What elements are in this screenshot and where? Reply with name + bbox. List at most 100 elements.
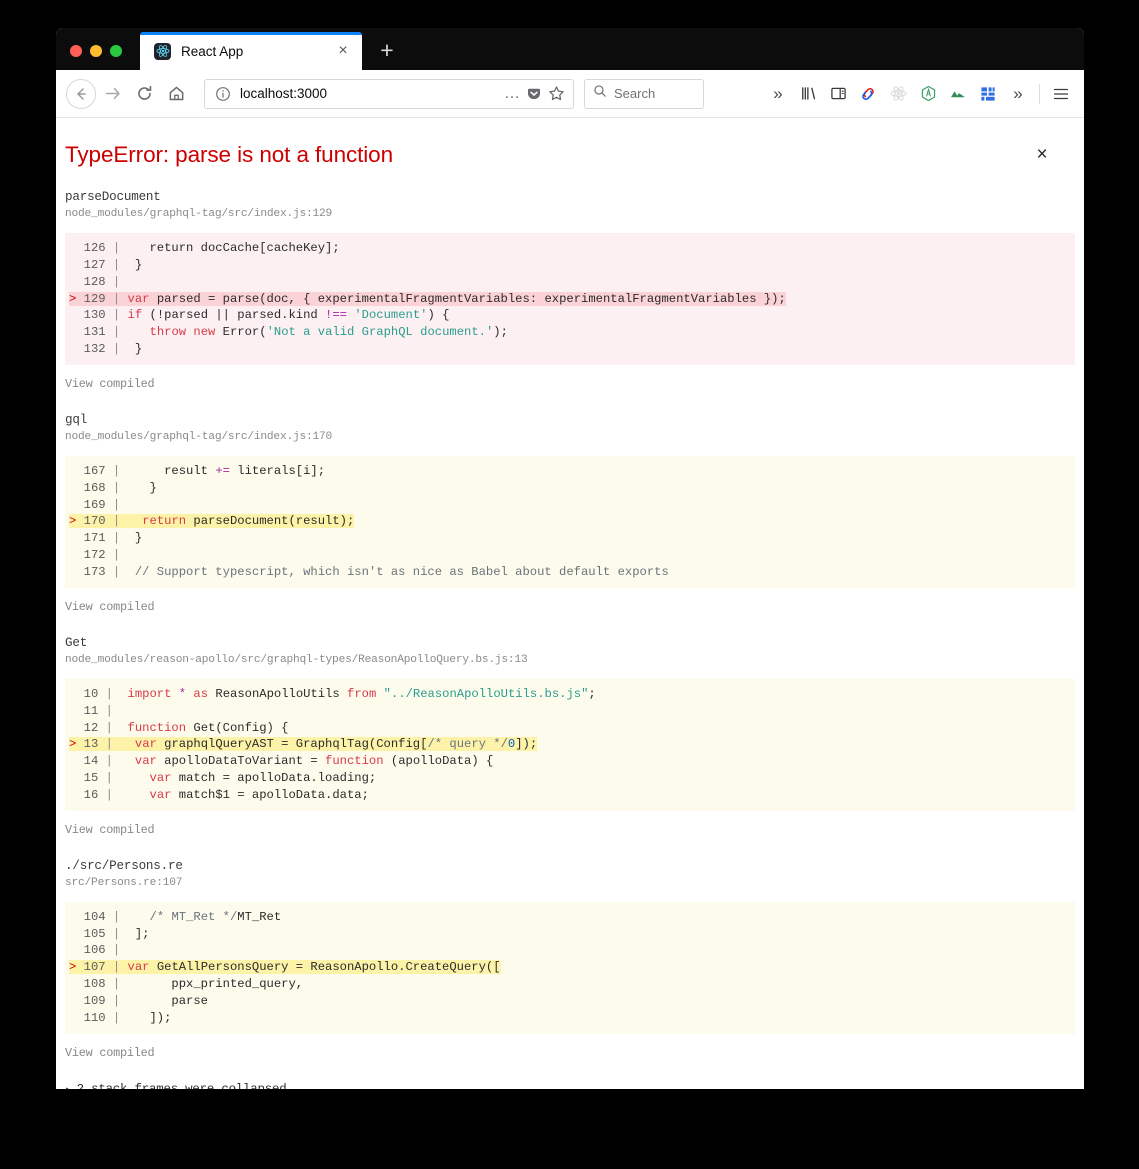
- close-window-button[interactable]: [70, 45, 82, 57]
- code-line: 171 | }: [65, 530, 1075, 547]
- error-line-marker: [69, 943, 84, 957]
- code-token: ];: [127, 926, 150, 941]
- library-icon[interactable]: [793, 79, 823, 109]
- code-line: 12 | function Get(Config) {: [65, 720, 1075, 737]
- frame-file-location: node_modules/graphql-tag/src/index.js:17…: [65, 430, 333, 443]
- code-block: 167 | result += literals[i]; 168 | } 169…: [65, 455, 1075, 588]
- bookmark-star-icon[interactable]: [545, 83, 567, 105]
- gutter-bar: |: [105, 308, 128, 323]
- sidebar-icon[interactable]: [823, 79, 853, 109]
- green-mountain-icon[interactable]: [943, 79, 973, 109]
- hamburger-menu-icon[interactable]: [1046, 79, 1076, 109]
- overflow-chevron-icon[interactable]: »: [763, 79, 793, 109]
- code-token: throw: [149, 325, 187, 340]
- browser-window: React App × + localhost:3000 … Search » …: [56, 28, 1084, 1089]
- apollo-devtools-icon[interactable]: [913, 79, 943, 109]
- code-line: 132 | }: [65, 341, 1075, 358]
- line-number: 109: [83, 993, 106, 1008]
- code-token: if: [127, 308, 143, 323]
- gutter-bar: |: [105, 548, 128, 563]
- code-token: import: [120, 686, 172, 701]
- gutter-bar: |: [98, 737, 121, 752]
- blue-grid-icon[interactable]: [973, 79, 1003, 109]
- gutter-bar: |: [105, 926, 128, 941]
- gutter-bar: |: [105, 514, 128, 529]
- code-token: 'Not a valid GraphQL document.': [266, 325, 494, 340]
- line-number: 169: [83, 497, 106, 512]
- view-compiled-link[interactable]: View compiled: [65, 600, 1075, 614]
- stack-frame: gql node_modules/graphql-tag/src/index.js…: [56, 413, 1084, 614]
- gutter-bar: |: [105, 943, 128, 958]
- error-line-marker: [69, 788, 84, 802]
- code-token: ReasonApolloUtils: [208, 686, 348, 701]
- error-line-marker: >: [69, 960, 84, 975]
- maximize-window-button[interactable]: [110, 45, 122, 57]
- forward-arrow-icon[interactable]: [96, 78, 128, 110]
- window-controls: [56, 45, 135, 70]
- code-token: }: [127, 480, 157, 495]
- pocket-icon[interactable]: [523, 83, 545, 105]
- react-devtools-icon[interactable]: [883, 79, 913, 109]
- code-line: 109 | parse: [65, 993, 1075, 1010]
- error-line-marker: [69, 704, 84, 718]
- line-number: 130: [83, 308, 106, 323]
- gutter-bar: |: [105, 993, 128, 1008]
- info-icon[interactable]: [215, 86, 231, 102]
- search-input[interactable]: Search: [614, 86, 655, 101]
- code-token: ppx_printed_query,: [127, 977, 304, 992]
- link-clip-icon[interactable]: [853, 79, 883, 109]
- code-token: /* MT_Ret */: [149, 909, 238, 924]
- gutter-bar: |: [105, 257, 128, 272]
- screen: React App × + localhost:3000 … Search » …: [0, 0, 1139, 1169]
- code-line: 16 | var match$1 = apolloData.data;: [65, 787, 1075, 804]
- tab-close-icon[interactable]: ×: [334, 42, 352, 60]
- gutter-bar: |: [105, 342, 128, 357]
- close-icon[interactable]: ×: [1030, 142, 1054, 166]
- gutter-bar: |: [105, 531, 128, 546]
- search-bar[interactable]: Search: [584, 78, 704, 109]
- code-token: }: [127, 531, 143, 546]
- gutter-bar: |: [105, 909, 128, 924]
- error-line-marker: [69, 498, 84, 512]
- line-number: 16: [83, 787, 99, 802]
- minimize-window-button[interactable]: [90, 45, 102, 57]
- line-number: 12: [83, 720, 99, 735]
- code-line: 172 |: [65, 547, 1075, 564]
- code-line: 168 | }: [65, 480, 1075, 497]
- code-line: > 107 | var GetAllPersonsQuery = ReasonA…: [65, 959, 1075, 976]
- url-bar[interactable]: localhost:3000 …: [204, 78, 574, 109]
- code-line: 10 | import * as ReasonApolloUtils from …: [65, 686, 1075, 703]
- new-tab-button[interactable]: +: [372, 35, 402, 65]
- tab-strip: React App × +: [56, 28, 1084, 70]
- code-token: ]);: [515, 737, 538, 752]
- view-compiled-link[interactable]: View compiled: [65, 823, 1075, 837]
- home-icon[interactable]: [160, 78, 192, 110]
- back-arrow-icon[interactable]: [66, 78, 96, 109]
- code-block: 104 | /* MT_Ret */MT_Ret 105 | ]; 106 | …: [65, 901, 1075, 1034]
- tab-react-app[interactable]: React App ×: [140, 32, 362, 70]
- collapsed-frames-toggle[interactable]: ▸ 2 stack frames were collapsed.: [65, 1082, 1075, 1089]
- gutter-bar: |: [105, 274, 128, 289]
- view-compiled-link[interactable]: View compiled: [65, 1046, 1075, 1060]
- reload-icon[interactable]: [128, 78, 160, 110]
- code-line: 14 | var apolloDataToVariant = function …: [65, 753, 1075, 770]
- code-token: /* query */: [427, 737, 508, 752]
- error-line-marker: [69, 464, 84, 478]
- page-actions-more-icon[interactable]: …: [501, 83, 523, 105]
- overflow-chevron-2-icon[interactable]: »: [1003, 79, 1033, 109]
- code-token: new: [193, 325, 216, 340]
- search-icon: [593, 84, 607, 103]
- line-number: 10: [83, 686, 99, 701]
- line-number: 14: [83, 754, 99, 769]
- code-token: ) {: [427, 308, 450, 323]
- code-token: GetAllPersonsQuery = ReasonApollo.Create…: [149, 960, 501, 975]
- code-line: > 170 | return parseDocument(result);: [65, 513, 1075, 530]
- code-token: );: [493, 325, 508, 340]
- error-line-marker: [69, 771, 84, 785]
- view-compiled-link[interactable]: View compiled: [65, 377, 1075, 391]
- code-token: var: [134, 754, 157, 769]
